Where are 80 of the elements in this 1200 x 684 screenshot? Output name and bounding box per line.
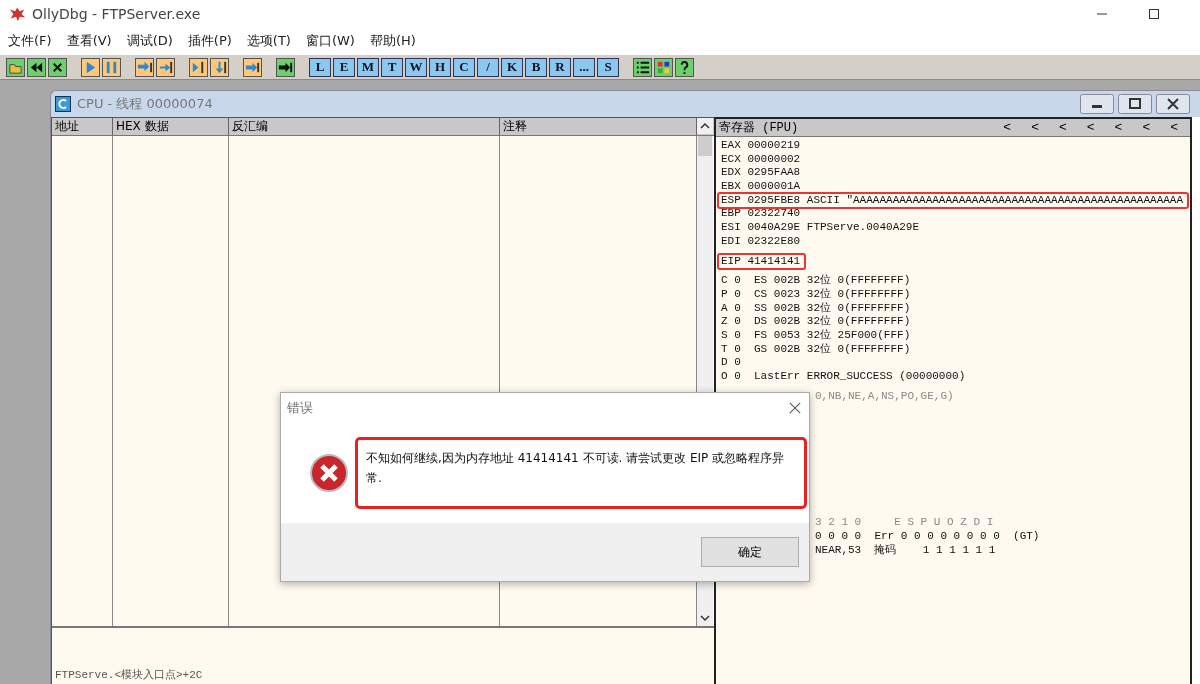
ok-button[interactable]: 确定 [701,537,799,567]
window-button[interactable]: / [477,57,499,77]
registers-header: 寄存器 (FPU) [719,120,799,136]
trace-into-icon[interactable] [189,57,208,77]
step-into-icon[interactable] [135,57,154,77]
close-icon[interactable] [789,402,801,414]
error-message: 不知如何继续,因为内存地址 41414141 不可读. 请尝试更改 EIP 或忽略程序异常. [355,437,807,509]
step-over-icon[interactable] [156,57,175,77]
trace-over-icon[interactable] [210,57,229,77]
register-line: 0 0 0 0 Err 0 0 0 0 0 0 0 0 (GT) [815,530,1040,544]
window-button[interactable]: L [309,57,331,77]
register-line: O 0 LastErr ERROR_SUCCESS (00000000) [720,370,966,384]
register-line: EBX 0000001A [720,180,801,194]
window-button[interactable]: S [597,57,619,77]
open-folder-icon[interactable] [6,57,25,77]
restore-icon[interactable] [1118,94,1152,114]
window-button[interactable]: W [405,57,427,77]
menu-item[interactable]: 调试(D) [126,32,173,50]
register-line: EDI 02322E80 [720,234,801,249]
window-button[interactable]: C [453,57,475,77]
error-icon [309,453,349,493]
column-header[interactable]: HEX 数据 [113,118,229,135]
window-button[interactable]: E [333,57,355,77]
scroll-left-arrow[interactable]: < [1003,120,1012,135]
minimize-icon[interactable] [1080,94,1114,114]
register-line: Z 0 DS 002B 32位 0(FFFFFFFF) [720,315,911,329]
help-icon[interactable] [675,57,694,77]
window-title: OllyDbg - FTPServer.exe [32,6,201,22]
cpu-window-title: CPU - 线程 00000074 [77,95,213,113]
register-line: P 0 CS 0023 32位 0(FFFFFFFF) [720,287,911,302]
register-line: EDX 0295FAA8 [720,166,801,181]
play-icon[interactable] [81,57,100,77]
scroll-left-arrow[interactable]: < [1058,120,1067,135]
scroll-left-arrow[interactable]: < [1031,120,1039,135]
scrollbar-thumb[interactable] [698,136,712,156]
scroll-left-arrow[interactable]: < [1170,120,1178,135]
execute-till-return-icon[interactable] [243,57,262,77]
register-line: D 0 [720,356,741,370]
close-icon[interactable] [48,57,67,77]
window-button[interactable]: T [381,57,403,77]
scroll-left-arrow[interactable]: < [1142,120,1151,135]
window-button[interactable]: M [357,57,379,77]
column-header[interactable]: 地址 [52,118,113,135]
register-line: EBP 02322740 [720,207,801,222]
scroll-left-arrow[interactable]: < [1086,120,1095,135]
menu-item[interactable]: 帮助(H) [369,32,416,50]
register-line: EAX 00000219 [720,139,801,153]
pause-icon[interactable] [102,57,121,77]
menu-item[interactable]: 选项(T) [246,32,291,50]
column-header[interactable]: 反汇编 [229,118,500,135]
scroll-up-icon[interactable] [697,118,713,134]
menu-item[interactable]: 窗口(W) [305,32,355,50]
cpu-window-icon [55,96,71,112]
window-button[interactable]: R [549,57,571,77]
register-line: 3 2 1 0 E S P U O Z D I [815,516,994,531]
window-button[interactable]: K [501,57,523,77]
register-line: T 0 GS 002B 32位 0(FFFFFFFF) [720,342,911,357]
maximize-icon[interactable] [1148,8,1160,20]
window-button[interactable]: B [525,57,547,77]
close-icon[interactable] [1156,94,1190,114]
menu-item[interactable]: 文件(F) [8,32,52,50]
menu-item[interactable]: 查看(V) [66,32,112,50]
register-line: 0,NB,NE,A,NS,PO,GE,G) [815,389,954,404]
menu-item[interactable]: 插件(P) [187,32,232,50]
info-text: FTPServe.<模块入口点>+2C [54,668,203,683]
register-line: A 0 SS 002B 32位 0(FFFFFFFF) [720,301,911,315]
register-line: ESI 0040A29E FTPServe.0040A29E [720,221,920,235]
register-line: NEAR,53 掩码 1 1 1 1 1 1 [815,543,996,558]
window-button[interactable]: ... [573,57,595,77]
go-to-icon[interactable] [276,57,295,77]
window-button[interactable]: H [429,57,451,77]
bug-logo-icon [8,5,26,23]
dialog-title: 错误 [287,399,313,417]
scroll-left-arrow[interactable]: < [1114,120,1123,135]
register-line: ECX 00000002 [720,152,801,167]
list-icon[interactable] [633,57,652,77]
register-line: S 0 FS 0053 32位 25F000(FFF) [720,328,911,343]
color-grid-icon[interactable] [654,57,673,77]
rewind-icon[interactable] [27,57,46,77]
register-line: C 0 ES 002B 32位 0(FFFFFFFF) [720,274,911,288]
